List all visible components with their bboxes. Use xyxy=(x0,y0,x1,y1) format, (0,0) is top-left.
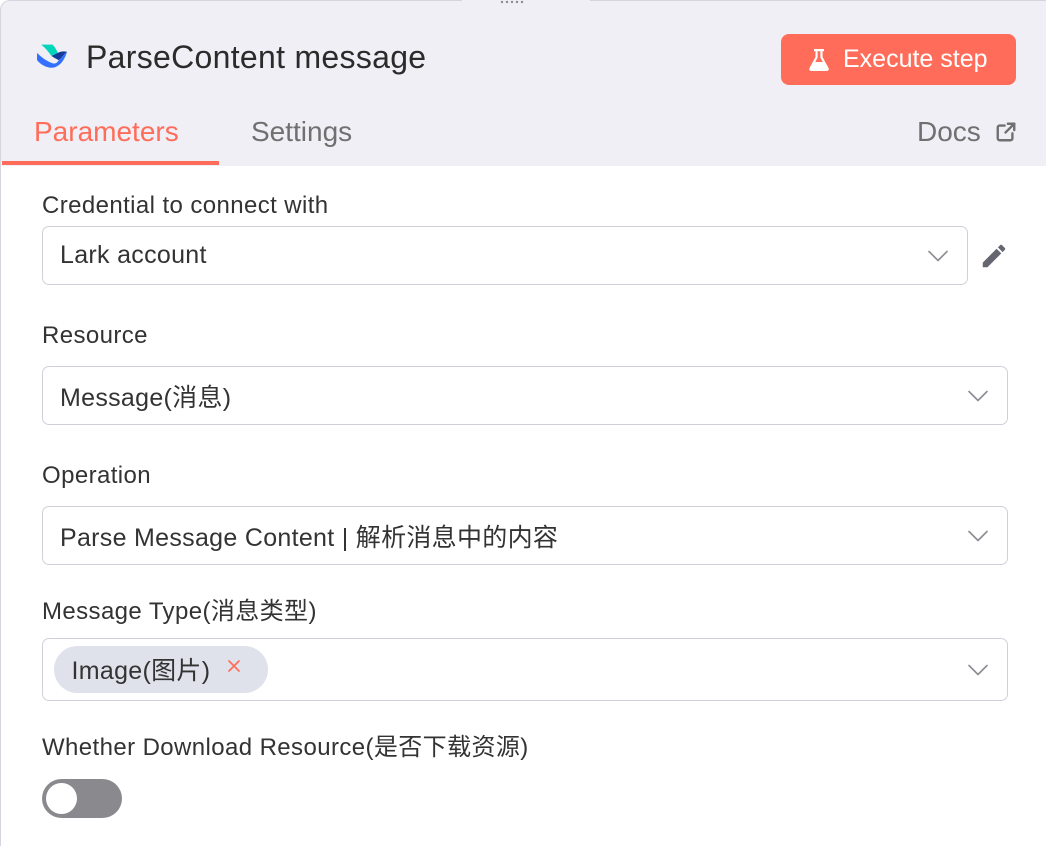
operation-select[interactable]: Parse Message Content | 解析消息中的内容 xyxy=(42,506,1008,565)
node-title[interactable]: ParseContent message xyxy=(86,38,426,76)
chevron-down-icon xyxy=(968,390,988,401)
chevron-down-icon xyxy=(928,250,948,261)
drag-handle[interactable] xyxy=(462,0,590,6)
active-tab-indicator xyxy=(2,161,219,165)
download-resource-label: Whether Download Resource(是否下载资源) xyxy=(42,734,529,761)
download-resource-toggle[interactable] xyxy=(42,779,122,818)
docs-link[interactable]: Docs xyxy=(917,115,1017,149)
external-link-icon xyxy=(995,121,1017,143)
message-type-label: Message Type(消息类型) xyxy=(42,598,317,625)
close-icon[interactable] xyxy=(227,659,241,673)
chevron-down-icon xyxy=(968,530,988,541)
tab-settings[interactable]: Settings xyxy=(251,115,352,149)
execute-step-button[interactable]: Execute step xyxy=(781,34,1016,85)
credential-value: Lark account xyxy=(60,241,207,269)
operation-value: Parse Message Content | 解析消息中的内容 xyxy=(60,523,559,552)
resource-label: Resource xyxy=(42,322,148,349)
lark-logo-icon xyxy=(36,43,67,69)
credential-label: Credential to connect with xyxy=(42,192,329,219)
flask-icon xyxy=(808,48,830,72)
resource-value: Message(消息) xyxy=(60,383,232,412)
message-type-chip: Image(图片) xyxy=(53,645,268,693)
docs-link-label: Docs xyxy=(917,116,981,147)
operation-label: Operation xyxy=(42,462,151,489)
chip-label: Image(图片) xyxy=(71,657,211,685)
toggle-knob xyxy=(46,783,77,814)
execute-step-label: Execute step xyxy=(843,45,988,73)
resource-select[interactable]: Message(消息) xyxy=(42,366,1008,425)
credential-select[interactable]: Lark account xyxy=(42,226,968,285)
tab-parameters[interactable]: Parameters xyxy=(34,115,179,149)
drag-dots-icon xyxy=(462,0,590,6)
message-type-multiselect[interactable]: Image(图片) xyxy=(42,638,1008,701)
node-details-panel: ParseContent message Execute step Parame… xyxy=(0,0,1046,846)
chevron-down-icon xyxy=(968,664,988,675)
pencil-icon[interactable] xyxy=(979,241,1009,271)
